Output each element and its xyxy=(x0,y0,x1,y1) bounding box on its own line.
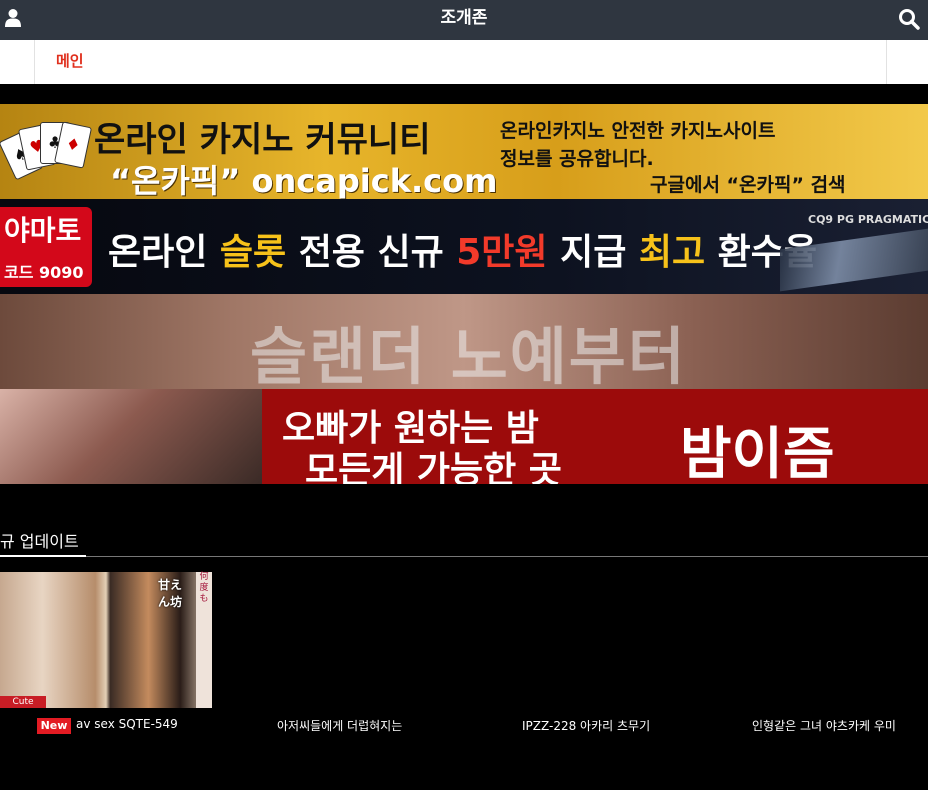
headline-part: 지급 xyxy=(547,232,639,273)
section-underline xyxy=(0,555,86,557)
video-title-link[interactable]: IPZZ-228 아카리 츠무기 xyxy=(522,717,650,734)
video-title-link[interactable]: 인형같은 그녀 야츠카케 우미 xyxy=(752,717,896,734)
nav-divider xyxy=(886,40,887,84)
banner-headline: 온라인 카지노 커뮤니티 xyxy=(94,120,431,160)
provider-logos: CQ9 PG PRAGMATIC PLAY xyxy=(808,213,928,226)
banner-description: 온라인카지노 안전한 카지노사이트 xyxy=(500,120,776,142)
headline-part: 5만원 xyxy=(456,232,548,273)
banner-slender[interactable]: 슬랜더 노예부터 xyxy=(0,294,928,389)
top-bar: 조개존 xyxy=(0,0,928,40)
headline-part: 온라인 xyxy=(108,232,220,273)
nav-item-main[interactable]: 메인 xyxy=(56,40,84,82)
banner-subheadline: 모든게 가능한 곳 xyxy=(305,450,562,484)
banner-photo xyxy=(0,389,262,484)
headline-part: 전용 신규 xyxy=(286,232,457,273)
banner-site-name: “온카픽” oncapick.com xyxy=(110,162,498,199)
banner-bamism[interactable]: 오빠가 원하는 밤 모든게 가능한 곳 밤이즘 xyxy=(0,389,928,484)
thumbnail-side-text: 何度も xyxy=(196,572,212,708)
banner-description: 정보를 공유합니다. xyxy=(500,148,654,170)
thumbnail-overlay-text: 甘えん坊 xyxy=(158,578,183,609)
video-thumbnail[interactable]: 甘えん坊 何度も Cute xyxy=(0,572,212,708)
banner-brand: 밤이즘 xyxy=(680,422,835,484)
playing-cards-image: ♠ ♥ ♣ ♦ xyxy=(0,104,96,199)
new-badge: New xyxy=(37,718,71,734)
headline-part: 슬롯 xyxy=(219,232,287,273)
banner-casino[interactable]: ♠ ♥ ♣ ♦ 온라인 카지노 커뮤니티 “온카픽” oncapick.com … xyxy=(0,104,928,199)
section-title: 규 업데이트 xyxy=(0,532,79,551)
main-nav: 메인 xyxy=(0,40,928,84)
headline-part: 최고 xyxy=(638,232,706,273)
banner-description: 구글에서 “온카픽” 검색 xyxy=(650,174,846,196)
banner-headline: 온라인 슬롯 전용 신규 5만원 지급 최고 환수율 xyxy=(108,223,817,275)
banner-headline: 슬랜더 노예부터 xyxy=(250,320,687,389)
video-title-link[interactable]: av sex SQTE-549 xyxy=(76,717,178,731)
video-title-link[interactable]: 아저씨들에게 더럽혀지는 xyxy=(277,717,402,734)
yamato-logo: 야마토 코드 9090 xyxy=(0,207,92,287)
logo-name: 야마토 xyxy=(4,214,82,247)
section-divider xyxy=(0,556,928,557)
nav-divider xyxy=(34,40,35,84)
search-icon[interactable] xyxy=(898,8,920,30)
thumbnail-label: Cute xyxy=(0,696,46,708)
banner-yamato[interactable]: 야마토 코드 9090 온라인 슬롯 전용 신규 5만원 지급 최고 환수율 C… xyxy=(0,199,928,294)
logo-code: 코드 9090 xyxy=(4,263,84,282)
site-title[interactable]: 조개존 xyxy=(0,0,928,40)
